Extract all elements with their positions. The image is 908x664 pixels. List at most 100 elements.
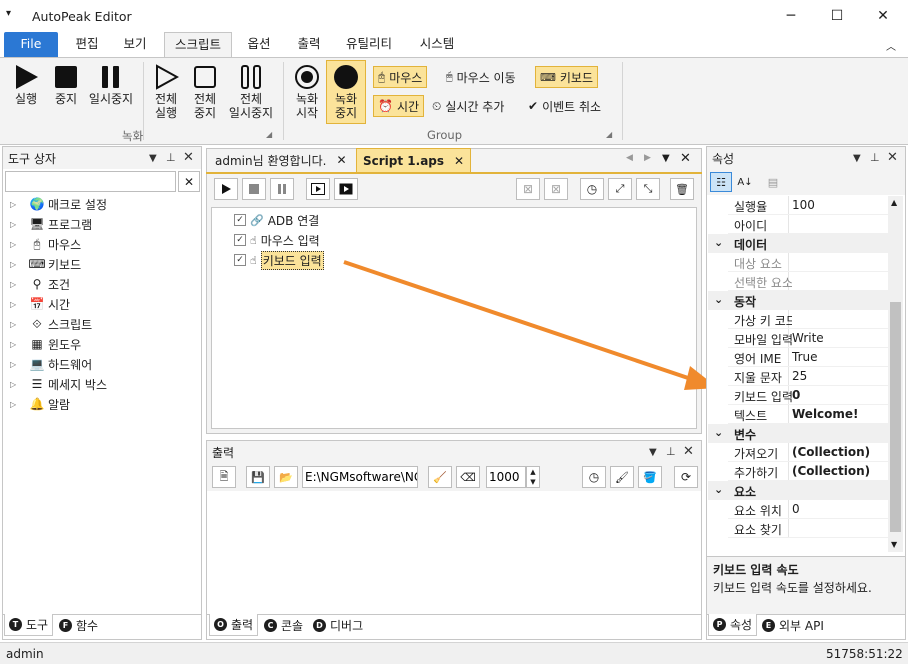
pin-icon[interactable]: ⊥ xyxy=(166,151,176,164)
toolbox-item[interactable]: ▷ ⌨ 키보드 xyxy=(10,254,81,274)
script-pause-button[interactable] xyxy=(270,178,294,200)
scroll-right-icon[interactable]: ▶ xyxy=(644,153,651,163)
panel-dropdown-icon[interactable]: ▼ xyxy=(853,153,861,164)
toolbox-item[interactable]: ▷ 📅 시간 xyxy=(10,294,70,314)
minimize-button[interactable]: ─ xyxy=(768,0,814,32)
panel-dropdown-icon[interactable]: ▼ xyxy=(149,153,157,164)
scroll-up-icon[interactable]: ▲ xyxy=(891,198,897,207)
script-run-from-button[interactable] xyxy=(334,178,358,200)
categorized-view-button[interactable]: ☷ xyxy=(710,172,732,192)
property-category[interactable]: ⌄ 동작 xyxy=(708,291,888,310)
property-value[interactable]: (Collection) xyxy=(792,464,870,478)
property-row[interactable]: 지울 문자 25 xyxy=(708,367,888,386)
time-record-toggle[interactable]: ⏰ 시간 xyxy=(373,95,425,117)
document-list-icon[interactable]: ▼ xyxy=(662,153,670,164)
collapse-chevron-icon[interactable]: ⌄ xyxy=(714,293,723,306)
tab-output-log[interactable]: O 출력 xyxy=(209,614,259,636)
collapse-ribbon-icon[interactable]: ︿ xyxy=(886,38,896,53)
group-launcher-icon[interactable]: ◢ xyxy=(606,130,612,139)
close-panel-icon[interactable]: ✕ xyxy=(683,444,694,459)
record-group-launcher-icon[interactable]: ◢ xyxy=(266,130,272,139)
collapse-icon[interactable]: ⤡ xyxy=(636,178,660,200)
tab-file[interactable]: File xyxy=(4,32,58,58)
script-run-button[interactable] xyxy=(214,178,238,200)
property-value[interactable]: 0 xyxy=(792,502,800,516)
pause-all-button[interactable]: 전체 일시중지 xyxy=(226,62,276,120)
stop-button[interactable]: 중지 xyxy=(50,62,82,106)
property-row[interactable]: 가져오기 (Collection) xyxy=(708,443,888,462)
tab-system[interactable]: 시스템 xyxy=(410,32,464,58)
toolbox-item[interactable]: ▷ ☰ 메세지 박스 xyxy=(10,374,107,394)
property-value[interactable]: Welcome! xyxy=(792,407,859,421)
cancel-event-button[interactable]: ✔ 이벤트 취소 xyxy=(524,95,605,117)
toolbox-item[interactable]: ▷ 💻 하드웨어 xyxy=(10,354,92,374)
expand-icon[interactable]: ⤢ xyxy=(608,178,632,200)
panel-dropdown-icon[interactable]: ▼ xyxy=(649,447,657,458)
toolbox-search-input[interactable] xyxy=(5,171,176,192)
record-start-button[interactable]: 녹화 시작 xyxy=(290,62,324,120)
clean-log-button[interactable]: 🧹 xyxy=(428,466,452,488)
property-pages-button[interactable]: ▤ xyxy=(762,172,784,192)
add-realtime-button[interactable]: ⏲ 실시간 추가 xyxy=(428,95,508,117)
toolbox-item[interactable]: ▷ 🌍 매크로 설정 xyxy=(10,194,107,214)
fill-button[interactable]: 🪣 xyxy=(638,466,662,488)
property-row[interactable]: 선택한 요소 xyxy=(708,272,888,291)
tab-script[interactable]: 스크립트 xyxy=(164,32,232,58)
time-log-button[interactable]: ◷ xyxy=(582,466,606,488)
tab-properties[interactable]: P 속성 xyxy=(708,614,758,636)
expand-arrow-icon[interactable]: ▷ xyxy=(10,300,26,309)
toolbox-item[interactable]: ▷ 🔔 알람 xyxy=(10,394,70,414)
property-category[interactable]: ⌄ 변수 xyxy=(708,424,888,443)
record-stop-button[interactable]: 녹화 중지 xyxy=(328,62,364,120)
mouse-record-toggle[interactable]: 🖰 마우스 xyxy=(373,66,428,88)
script-item-checkbox[interactable]: ✓ xyxy=(234,254,246,266)
tab-view[interactable]: 보기 xyxy=(112,32,158,58)
property-value[interactable]: 100 xyxy=(792,198,815,212)
property-value[interactable]: (Collection) xyxy=(792,445,870,459)
property-row[interactable]: 요소 위치 0 xyxy=(708,500,888,519)
stop-all-button[interactable]: 전체 중지 xyxy=(187,62,223,120)
tab-console[interactable]: C 콘솔 xyxy=(260,614,307,636)
property-row[interactable]: 영어 IME True xyxy=(708,348,888,367)
timer-button[interactable]: ◷ xyxy=(580,178,604,200)
collapse-chevron-icon[interactable]: ⌄ xyxy=(714,483,723,496)
tab-script-1[interactable]: Script 1.aps ✕ xyxy=(356,148,472,172)
maximize-button[interactable]: ☐ xyxy=(814,0,860,32)
line-limit-stepper[interactable]: ▲ ▼ xyxy=(526,466,540,488)
script-item[interactable]: ✓ 🔗 ADB 연결 xyxy=(234,211,319,229)
expand-arrow-icon[interactable]: ▷ xyxy=(10,280,26,289)
script-stop-button[interactable] xyxy=(242,178,266,200)
tab-tools[interactable]: T 도구 xyxy=(4,614,54,636)
property-row[interactable]: 실행율 100 xyxy=(708,196,888,215)
toolbox-item[interactable]: ▷ 🖥 프로그램 xyxy=(10,214,92,234)
property-row[interactable]: 요소 찾기 xyxy=(708,519,888,538)
toolbox-item[interactable]: ▷ ⚲ 조건 xyxy=(10,274,70,294)
close-panel-icon[interactable]: ✕ xyxy=(183,150,194,165)
brush-button[interactable]: 🖌 xyxy=(610,466,634,488)
property-scrollbar[interactable]: ▲ ▼ xyxy=(888,196,903,552)
close-button[interactable]: ✕ xyxy=(860,0,906,32)
alphabetical-sort-button[interactable]: A↓ xyxy=(734,172,756,192)
close-tab-icon[interactable]: ✕ xyxy=(336,153,346,167)
delete-icon[interactable]: 🗑 xyxy=(670,178,694,200)
open-folder-button[interactable]: 📂 xyxy=(274,466,298,488)
line-limit-input[interactable] xyxy=(486,466,526,488)
property-row[interactable]: 텍스트 Welcome! xyxy=(708,405,888,424)
expand-arrow-icon[interactable]: ▷ xyxy=(10,340,26,349)
scroll-left-icon[interactable]: ◀ xyxy=(626,153,633,163)
toolbox-item[interactable]: ▷ ⟐ 스크립트 xyxy=(10,314,92,334)
script-item-checkbox[interactable]: ✓ xyxy=(234,214,246,226)
expand-arrow-icon[interactable]: ▷ xyxy=(10,360,26,369)
property-row[interactable]: 아이디 xyxy=(708,215,888,234)
close-panel-icon[interactable]: ✕ xyxy=(887,150,898,165)
new-log-button[interactable]: 🗎 xyxy=(212,466,236,488)
disable-button[interactable]: ⊠ xyxy=(516,178,540,200)
pin-icon[interactable]: ⊥ xyxy=(666,445,676,458)
quick-access-menu-icon[interactable]: ▾ xyxy=(6,8,11,19)
clear-search-button[interactable]: ✕ xyxy=(178,171,200,192)
close-tab-icon[interactable]: ✕ xyxy=(454,154,464,168)
expand-arrow-icon[interactable]: ▷ xyxy=(10,200,26,209)
property-row[interactable]: 모바일 입력 Write xyxy=(708,329,888,348)
close-document-icon[interactable]: ✕ xyxy=(680,151,691,166)
property-category[interactable]: ⌄ 요소 xyxy=(708,481,888,500)
